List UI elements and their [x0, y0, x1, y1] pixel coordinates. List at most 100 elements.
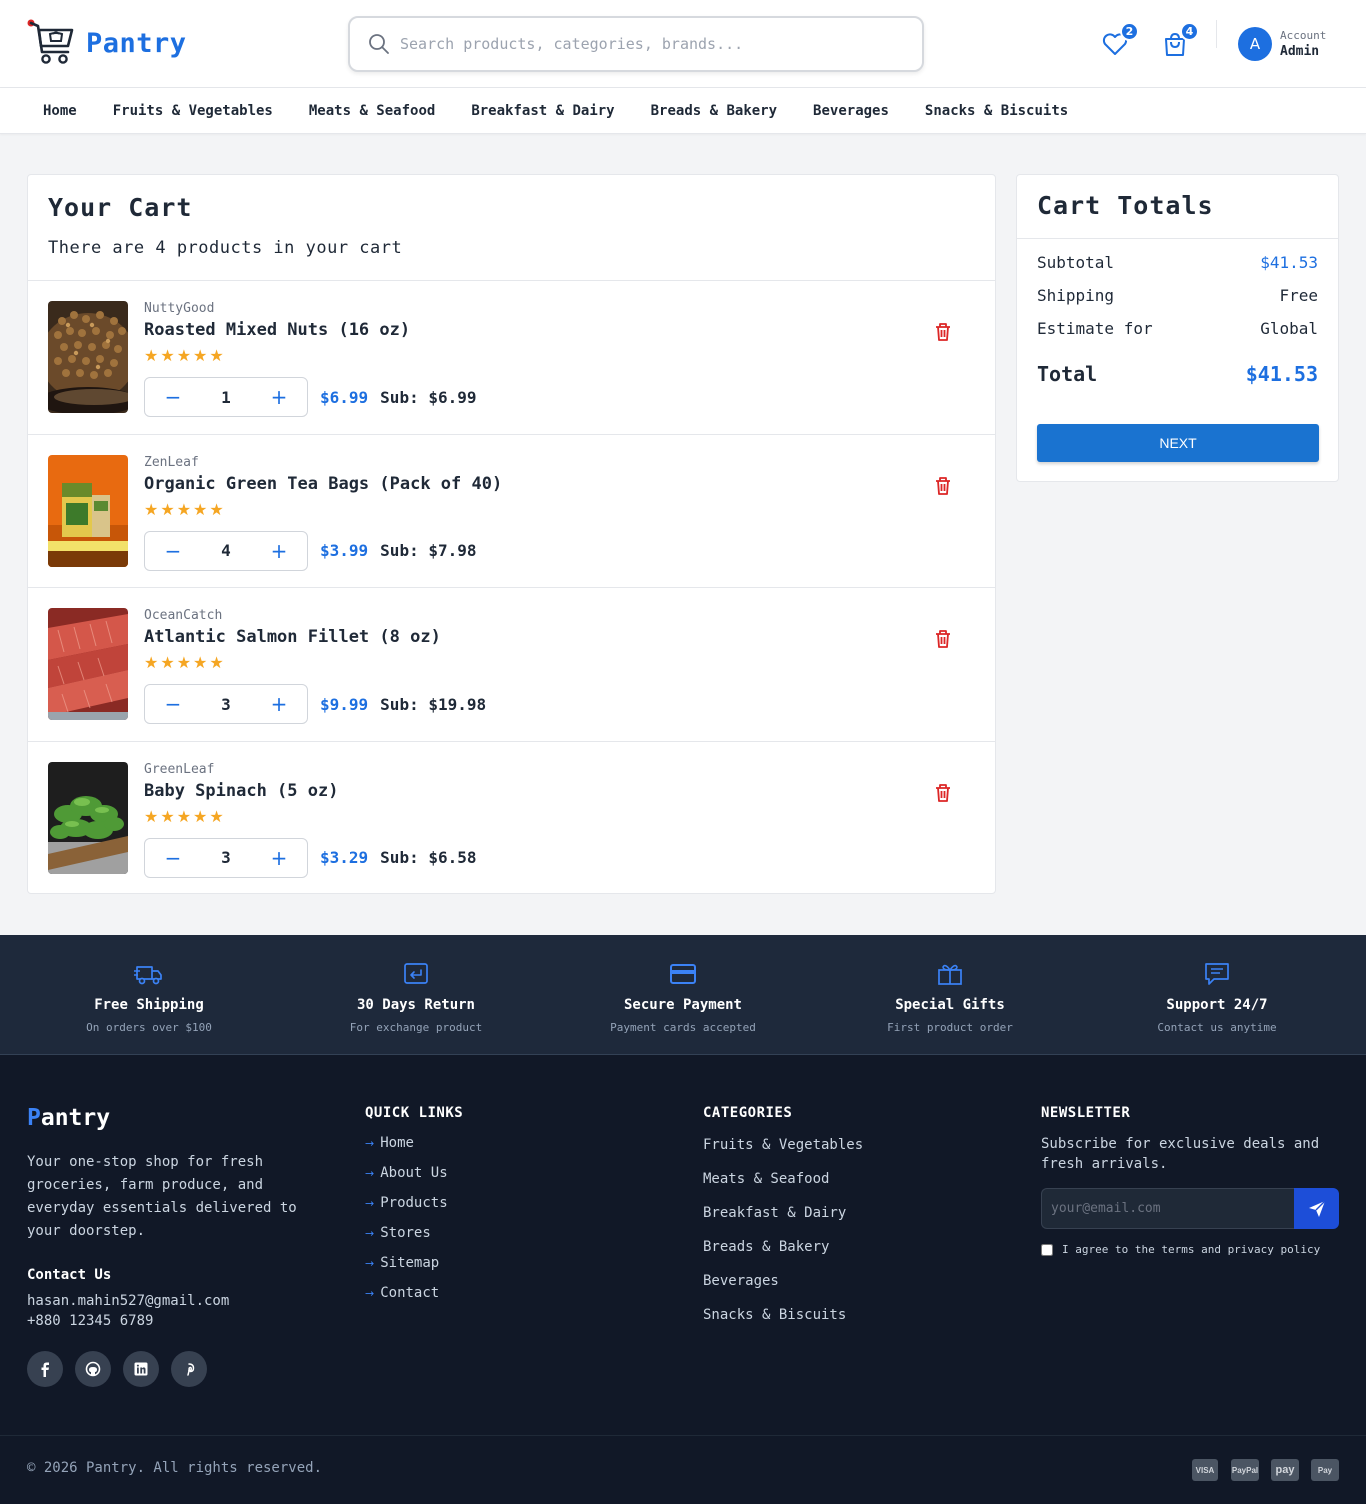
product-image-spinach[interactable] [48, 761, 128, 874]
footer-category-link[interactable]: Breads & Bakery [703, 1239, 863, 1273]
search-icon [369, 34, 389, 54]
search-input[interactable] [400, 35, 900, 53]
contact-phone[interactable]: +880 12345 6789 [27, 1311, 229, 1331]
trash-icon[interactable] [932, 321, 954, 343]
item-name[interactable]: Organic Green Tea Bags (Pack of 40) [144, 474, 502, 494]
footer-category-link[interactable]: Fruits & Vegetables [703, 1137, 863, 1171]
product-image-nuts[interactable] [48, 301, 128, 413]
item-brand: OceanCatch [144, 608, 223, 623]
logo[interactable]: Pantry [26, 18, 187, 68]
increase-qty-button[interactable]: + [269, 385, 289, 409]
total-value: $41.53 [1245, 362, 1318, 386]
item-brand: GreenLeaf [144, 761, 215, 777]
linkedin-link[interactable] [123, 1351, 159, 1387]
contact-info: hasan.mahin527@gmail.com +880 12345 6789 [27, 1291, 229, 1331]
next-button[interactable]: NEXT [1037, 424, 1319, 462]
cart-item: ZenLeaf Organic Green Tea Bags (Pack of … [28, 435, 995, 588]
quick-link-products[interactable]: → Products [365, 1195, 448, 1225]
github-link[interactable] [75, 1351, 111, 1387]
decrease-qty-button[interactable]: − [163, 539, 183, 563]
item-name[interactable]: Roasted Mixed Nuts (16 oz) [144, 320, 410, 340]
pinterest-icon [187, 1363, 195, 1376]
increase-qty-button[interactable]: + [269, 846, 289, 870]
account-menu[interactable]: A Account Admin [1238, 27, 1326, 61]
item-info: GreenLeaf Baby Spinach (5 oz) ★★★★★ [144, 762, 338, 826]
decrease-qty-button[interactable]: − [163, 846, 183, 870]
quick-link-label: Contact [380, 1285, 440, 1301]
unit-price: $3.29 [320, 848, 369, 867]
quick-link-contact[interactable]: → Contact [365, 1285, 448, 1315]
star-rating: ★★★★★ [144, 806, 226, 826]
quantity-value[interactable]: 1 [221, 388, 231, 407]
nav-item-meats-seafood[interactable]: Meats & Seafood [309, 103, 435, 119]
footer-category-link[interactable]: Beverages [703, 1273, 863, 1307]
nav-item-snacks-biscuits[interactable]: Snacks & Biscuits [925, 103, 1068, 119]
facebook-icon [41, 1362, 49, 1377]
increase-qty-button[interactable]: + [269, 539, 289, 563]
product-image-tea[interactable] [48, 454, 128, 567]
total-row: Total $41.53 [1017, 362, 1338, 386]
pinterest-link[interactable] [171, 1351, 207, 1387]
logo-text: Pantry [86, 27, 187, 59]
item-info: OceanCatch Atlantic Salmon Fillet (8 oz)… [144, 608, 441, 672]
nav-item-breakfast-dairy[interactable]: Breakfast & Dairy [471, 103, 614, 119]
arrow-right-icon: → [365, 1257, 375, 1270]
contact-email[interactable]: hasan.mahin527@gmail.com [27, 1291, 229, 1311]
shipping-label: Shipping [1037, 286, 1115, 305]
line-subtotal: Sub: $6.99 [380, 387, 477, 407]
shipping-value: Free [1279, 286, 1318, 305]
nav-item-breads-bakery[interactable]: Breads & Bakery [651, 103, 777, 119]
nav-item-fruits-vegetables[interactable]: Fruits & Vegetables [113, 103, 273, 119]
cart-button[interactable]: 4 [1161, 22, 1199, 58]
trash-icon[interactable] [932, 475, 954, 497]
item-name[interactable]: Baby Spinach (5 oz) [144, 781, 338, 801]
item-name[interactable]: Atlantic Salmon Fillet (8 oz) [144, 627, 441, 647]
footer-logo[interactable]: Pantry [27, 1105, 110, 1131]
qty-row: − 3 + $3.29 Sub: $6.58 [144, 837, 477, 878]
estimate-value: Global [1260, 319, 1318, 338]
cart-panel: Your Cart There are 4 products in your c… [27, 174, 996, 894]
nav-item-home[interactable]: Home [43, 103, 77, 119]
trash-icon[interactable] [932, 628, 954, 650]
facebook-link[interactable] [27, 1351, 63, 1387]
terms-checkbox[interactable] [1041, 1243, 1053, 1256]
quick-link-about[interactable]: → About Us [365, 1165, 448, 1195]
unit-price: $3.99 [320, 541, 369, 560]
feature-subtitle: First product order [887, 1021, 1013, 1034]
footer-category-link[interactable]: Meats & Seafood [703, 1171, 863, 1205]
decrease-qty-button[interactable]: − [163, 692, 183, 716]
newsletter-email-input[interactable] [1041, 1188, 1294, 1229]
search-bar[interactable] [348, 16, 924, 72]
feature-title: Free Shipping [94, 997, 204, 1013]
features-bar: Free Shipping On orders over $100 30 Day… [0, 935, 1366, 1055]
wishlist-button[interactable]: 2 [1101, 22, 1139, 58]
quantity-value[interactable]: 3 [221, 848, 231, 867]
decrease-qty-button[interactable]: − [163, 385, 183, 409]
cart-count-badge: 4 [1180, 22, 1199, 41]
quick-link-sitemap[interactable]: → Sitemap [365, 1255, 448, 1285]
terms-agreement[interactable]: I agree to the terms and privacy policy [1041, 1243, 1320, 1256]
star-rating: ★★★★★ [144, 499, 226, 519]
category-nav: Home Fruits & Vegetables Meats & Seafood… [0, 88, 1366, 134]
totals-header: Cart Totals [1017, 175, 1338, 239]
footer-category-link[interactable]: Breakfast & Dairy [703, 1205, 863, 1239]
quantity-value[interactable]: 3 [221, 695, 231, 714]
footer-category-link[interactable]: Snacks & Biscuits [703, 1307, 863, 1341]
feature-subtitle: On orders over $100 [86, 1021, 212, 1034]
quick-link-home[interactable]: → Home [365, 1135, 448, 1165]
arrow-right-icon: → [365, 1197, 375, 1210]
newsletter-text: Subscribe for exclusive deals and fresh … [1041, 1136, 1320, 1172]
trash-icon[interactable] [932, 782, 954, 804]
product-image-salmon[interactable] [48, 608, 128, 720]
quick-link-stores[interactable]: → Stores [365, 1225, 448, 1255]
nav-item-beverages[interactable]: Beverages [813, 103, 889, 119]
quantity-value[interactable]: 4 [221, 541, 231, 560]
feature-title: 30 Days Return [356, 997, 475, 1013]
footer-divider [0, 1435, 1366, 1436]
increase-qty-button[interactable]: + [269, 692, 289, 716]
salmon-photo [48, 608, 128, 720]
social-links [27, 1351, 219, 1387]
newsletter-submit-button[interactable] [1294, 1188, 1339, 1229]
feature-subtitle: Contact us anytime [1157, 1021, 1277, 1034]
terms-label: I agree to the terms and privacy policy [1062, 1243, 1321, 1256]
